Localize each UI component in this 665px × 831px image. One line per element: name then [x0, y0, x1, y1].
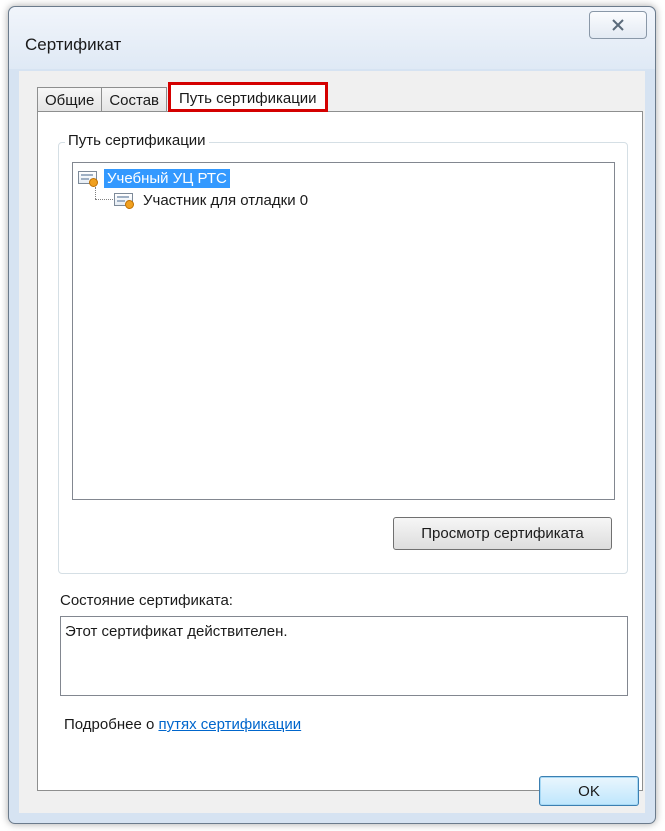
certificate-icon	[77, 169, 99, 187]
more-info-prefix: Подробнее о	[64, 716, 159, 733]
certificate-icon	[113, 191, 135, 209]
title-bar: Сертификат	[9, 7, 655, 69]
window-title: Сертификат	[25, 35, 122, 54]
status-label: Состояние сертификата:	[60, 592, 233, 609]
status-text: Этот сертификат действителен.	[65, 623, 288, 640]
certification-path-group: Путь сертификации Учебный УЦ РТС Участни…	[58, 132, 628, 574]
tab-panel: Путь сертификации Учебный УЦ РТС Участни…	[37, 111, 643, 791]
view-certificate-button[interactable]: Просмотр сертификата	[393, 517, 612, 550]
tab-details[interactable]: Состав	[101, 87, 168, 112]
tree-connector	[95, 199, 113, 200]
ok-button[interactable]: OK	[539, 776, 639, 806]
dialog-body: Общие Состав Путь сертификации Путь серт…	[19, 71, 645, 813]
tab-certification-path[interactable]: Путь сертификации	[168, 82, 328, 112]
tree-node-child[interactable]: Участник для отладки 0	[113, 189, 311, 211]
tab-strip: Общие Состав Путь сертификации	[37, 80, 328, 112]
certificate-dialog: Сертификат Общие Состав Путь сертификаци…	[8, 6, 656, 824]
more-info-line: Подробнее о путях сертификации	[64, 716, 301, 733]
tree-node-root[interactable]: Учебный УЦ РТС	[77, 167, 230, 189]
status-text-box[interactable]: Этот сертификат действителен.	[60, 616, 628, 696]
tree-node-label: Учебный УЦ РТС	[104, 168, 230, 188]
close-icon	[612, 19, 624, 31]
certification-path-tree[interactable]: Учебный УЦ РТС Участник для отладки 0	[72, 162, 615, 500]
certification-paths-link[interactable]: путях сертификации	[158, 716, 301, 733]
tree-node-label: Участник для отладки 0	[143, 191, 309, 209]
group-label: Путь сертификации	[65, 132, 209, 149]
tab-general[interactable]: Общие	[37, 87, 103, 112]
close-button[interactable]	[589, 11, 647, 39]
